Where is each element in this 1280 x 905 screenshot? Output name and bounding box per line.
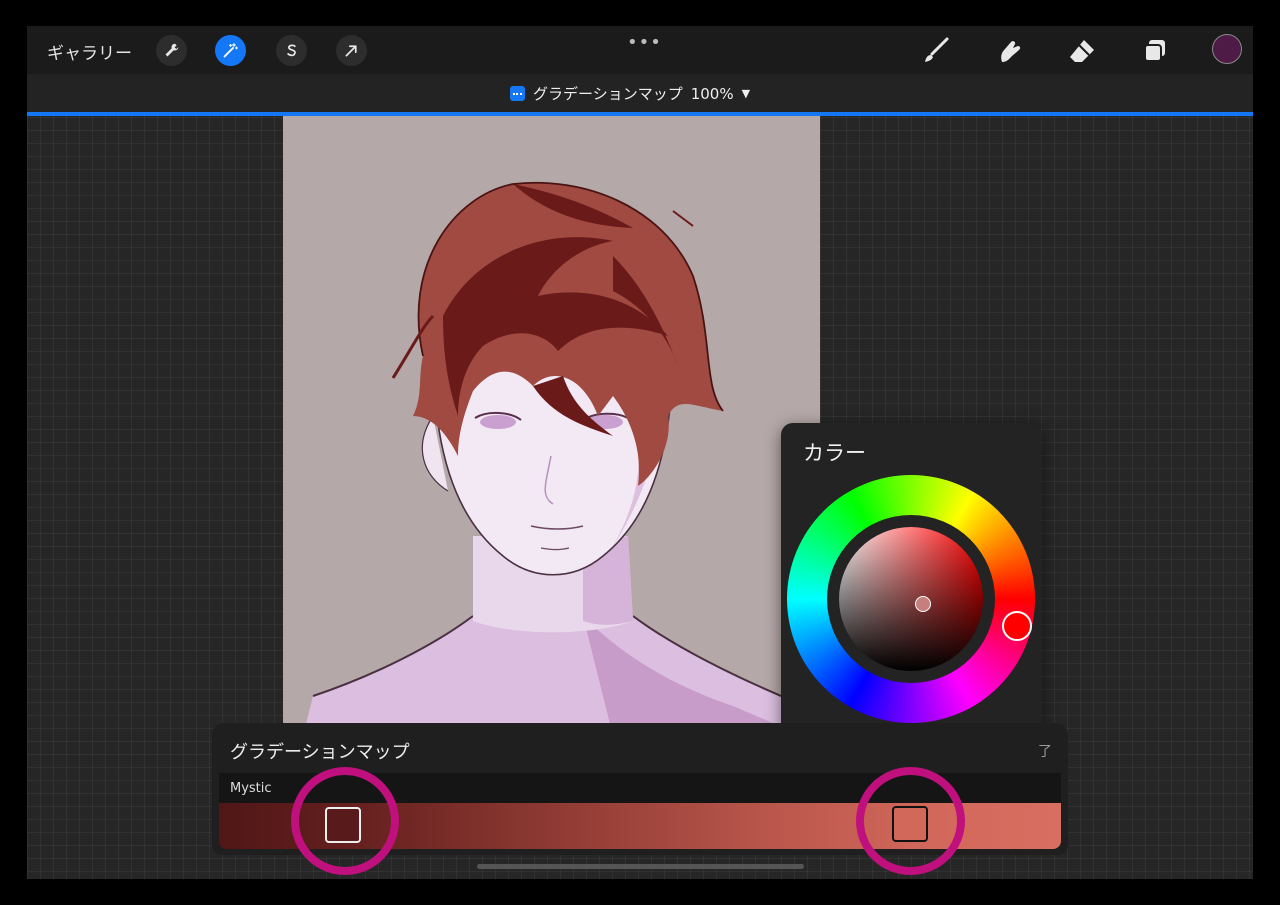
layers-icon — [1144, 40, 1165, 62]
dropdown-triangle-icon: ▼ — [741, 87, 751, 100]
smudge-button[interactable] — [992, 34, 1026, 68]
hue-marker[interactable] — [1002, 611, 1032, 641]
adjustment-percent: 100% — [690, 84, 734, 103]
hue-ring[interactable] — [787, 475, 1035, 723]
highlight-ring-left — [291, 767, 399, 875]
wrench-icon — [165, 43, 179, 57]
current-color-button[interactable] — [1212, 34, 1242, 64]
eraser-button[interactable] — [1065, 34, 1099, 68]
gradient-map-title: グラデーションマップ — [230, 742, 410, 763]
adjustments-magic-wand-button[interactable] — [215, 35, 246, 66]
selection-button[interactable] — [276, 35, 307, 66]
eraser-icon — [1070, 40, 1094, 62]
portrait-artwork — [303, 181, 803, 736]
transform-arrow-button[interactable] — [336, 35, 367, 66]
drawing-canvas[interactable] — [283, 116, 820, 736]
selection-s-icon — [287, 44, 296, 57]
gallery-button[interactable]: ギャラリー — [47, 39, 132, 64]
color-panel-title: カラー — [803, 441, 866, 465]
brush-icon — [925, 37, 949, 62]
adjustment-name: グラデーションマップ — [533, 85, 683, 103]
done-button[interactable]: 了 — [1038, 741, 1052, 761]
magic-wand-icon — [223, 43, 238, 58]
saturation-brightness-disc[interactable] — [839, 527, 983, 671]
color-marker[interactable] — [915, 596, 931, 612]
home-indicator — [477, 864, 804, 869]
layers-button[interactable] — [1138, 34, 1172, 68]
top-toolbar: ギャラリー ••• — [27, 26, 1253, 74]
gradient-preset-name: Mystic — [230, 781, 272, 796]
transform-arrow-icon — [345, 45, 357, 57]
procreate-screen: ギャラリー ••• グラデーションマップ 100% ▼ カラー グラデーションマ… — [27, 26, 1253, 879]
smudge-finger-icon — [1001, 41, 1021, 62]
more-options-button[interactable]: ••• — [627, 32, 662, 53]
brush-button[interactable] — [919, 34, 953, 68]
adjustment-mode-selector[interactable]: グラデーションマップ 100% ▼ — [510, 83, 750, 104]
highlight-ring-right — [856, 767, 965, 875]
gradient-map-icon — [510, 86, 525, 101]
actions-wrench-button[interactable] — [156, 35, 187, 66]
